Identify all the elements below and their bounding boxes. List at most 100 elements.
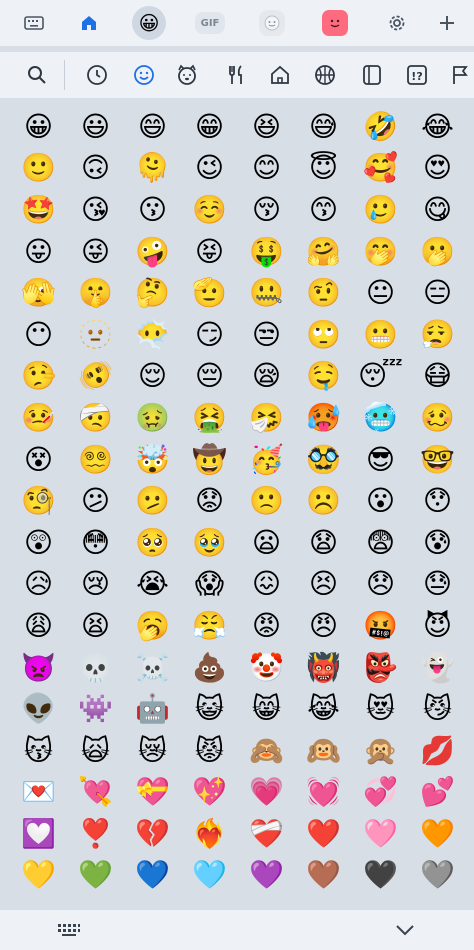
- emoji-key[interactable]: 😷: [409, 356, 466, 398]
- emoji-key[interactable]: 😎: [352, 439, 409, 481]
- emoji-key[interactable]: 💟: [10, 813, 67, 855]
- emoji-key[interactable]: ☹️: [295, 480, 352, 522]
- emoji-key[interactable]: 😣: [295, 564, 352, 606]
- emoji-key[interactable]: 👻: [409, 647, 466, 689]
- emoji-key[interactable]: 😃: [67, 106, 124, 148]
- emoji-key[interactable]: 🙊: [352, 730, 409, 772]
- emoji-key[interactable]: 😔: [181, 356, 238, 398]
- emoji-key[interactable]: 🫤: [124, 480, 181, 522]
- emoji-key[interactable]: 🥲: [352, 189, 409, 231]
- emoji-key[interactable]: 😏: [181, 314, 238, 356]
- emoji-key[interactable]: 😁: [181, 106, 238, 148]
- emoji-key[interactable]: 🥵: [295, 397, 352, 439]
- emoji-key[interactable]: 😖: [238, 564, 295, 606]
- emoji-key[interactable]: 😈: [409, 605, 466, 647]
- emoji-key[interactable]: ☺️: [181, 189, 238, 231]
- emoji-key[interactable]: 🫨: [67, 356, 124, 398]
- show-keyboard-button[interactable]: [54, 916, 84, 944]
- emoji-key[interactable]: 😑: [409, 272, 466, 314]
- emoji-key[interactable]: 🤗: [295, 231, 352, 273]
- emoji-key[interactable]: 🤖: [124, 688, 181, 730]
- emoji-key[interactable]: 🥶: [352, 397, 409, 439]
- emoji-key[interactable]: 😴: [352, 356, 409, 398]
- emoji-key[interactable]: 😮: [352, 480, 409, 522]
- emoji-key[interactable]: 💞: [352, 772, 409, 814]
- emoji-key[interactable]: 😻: [352, 688, 409, 730]
- emoji-search-button[interactable]: [20, 58, 54, 92]
- emoji-key[interactable]: 😇: [295, 148, 352, 190]
- emoji-key[interactable]: 😶: [10, 314, 67, 356]
- sticker-tab[interactable]: [255, 6, 289, 40]
- emoji-key[interactable]: 💗: [238, 772, 295, 814]
- emoji-key[interactable]: 😘: [67, 189, 124, 231]
- emoji-key[interactable]: 😝: [181, 231, 238, 273]
- emoji-tab[interactable]: 😀: [132, 6, 166, 40]
- emoji-key[interactable]: 🩷: [352, 813, 409, 855]
- emoji-key[interactable]: 😤: [181, 605, 238, 647]
- emoji-key[interactable]: 😰: [409, 522, 466, 564]
- emoji-key[interactable]: 🥴: [409, 397, 466, 439]
- emoji-key[interactable]: 👿: [10, 647, 67, 689]
- category-symbols[interactable]: !?: [400, 58, 434, 92]
- emoji-key[interactable]: 🙀: [67, 730, 124, 772]
- category-smileys[interactable]: [127, 58, 161, 92]
- emoji-key[interactable]: 😵: [10, 439, 67, 481]
- emoji-key[interactable]: 💛: [10, 855, 67, 897]
- emoji-key[interactable]: 🤤: [295, 356, 352, 398]
- emoji-key[interactable]: 🤎: [295, 855, 352, 897]
- emoji-key[interactable]: 😅: [295, 106, 352, 148]
- emoji-key[interactable]: 😊: [238, 148, 295, 190]
- emoji-key[interactable]: 😲: [10, 522, 67, 564]
- home-tab[interactable]: [72, 6, 106, 40]
- emoji-key[interactable]: 🤠: [181, 439, 238, 481]
- emoji-key[interactable]: 🙂: [10, 148, 67, 190]
- emoji-key[interactable]: 🧐: [10, 480, 67, 522]
- emoji-key[interactable]: 🥺: [124, 522, 181, 564]
- emoji-key[interactable]: 🩵: [181, 855, 238, 897]
- emoji-key[interactable]: 😾: [181, 730, 238, 772]
- emoji-key[interactable]: 🤨: [295, 272, 352, 314]
- emoji-key[interactable]: ❤️‍🩹: [238, 813, 295, 855]
- emoji-key[interactable]: 👾: [67, 688, 124, 730]
- emoji-key[interactable]: 😌: [124, 356, 181, 398]
- category-food[interactable]: [219, 58, 253, 92]
- emoji-key[interactable]: 🫠: [124, 148, 181, 190]
- emoji-key[interactable]: 😕: [67, 480, 124, 522]
- emoji-key[interactable]: 🤭: [352, 231, 409, 273]
- emoji-key[interactable]: ❣️: [67, 813, 124, 855]
- emoji-key[interactable]: ☠️: [124, 647, 181, 689]
- emoji-key[interactable]: 💋: [409, 730, 466, 772]
- emoji-key[interactable]: 🤔: [124, 272, 181, 314]
- emoji-key[interactable]: 😼: [409, 688, 466, 730]
- emoji-key[interactable]: 💔: [124, 813, 181, 855]
- emoji-key[interactable]: 😸: [238, 688, 295, 730]
- emoji-key[interactable]: 🫡: [181, 272, 238, 314]
- emoji-key[interactable]: 🙈: [238, 730, 295, 772]
- emoji-key[interactable]: 💘: [67, 772, 124, 814]
- emoji-key[interactable]: 😺: [181, 688, 238, 730]
- add-button[interactable]: [430, 6, 464, 40]
- emoji-key[interactable]: 🤫: [67, 272, 124, 314]
- emoji-key[interactable]: 😬: [352, 314, 409, 356]
- emoji-key[interactable]: 😓: [409, 564, 466, 606]
- emoji-key[interactable]: 😿: [124, 730, 181, 772]
- emoji-key[interactable]: 😛: [10, 231, 67, 273]
- emoji-key[interactable]: 💀: [67, 647, 124, 689]
- category-places[interactable]: [263, 58, 297, 92]
- emoji-key[interactable]: 😩: [10, 605, 67, 647]
- hide-keyboard-button[interactable]: [390, 916, 420, 944]
- settings-button[interactable]: [380, 6, 414, 40]
- emoji-key[interactable]: 🥹: [181, 522, 238, 564]
- emoji-key[interactable]: 🤬: [352, 605, 409, 647]
- emoji-key[interactable]: 😢: [67, 564, 124, 606]
- emoji-key[interactable]: 👽: [10, 688, 67, 730]
- category-objects[interactable]: [355, 58, 389, 92]
- emoji-key[interactable]: 😒: [238, 314, 295, 356]
- emoji-key[interactable]: 🤧: [238, 397, 295, 439]
- emoji-key[interactable]: 🖤: [352, 855, 409, 897]
- emoji-key[interactable]: 😽: [10, 730, 67, 772]
- emoji-key[interactable]: 👺: [352, 647, 409, 689]
- emoji-key[interactable]: 💕: [409, 772, 466, 814]
- emoji-key[interactable]: 😚: [238, 189, 295, 231]
- emoji-key[interactable]: 😄: [124, 106, 181, 148]
